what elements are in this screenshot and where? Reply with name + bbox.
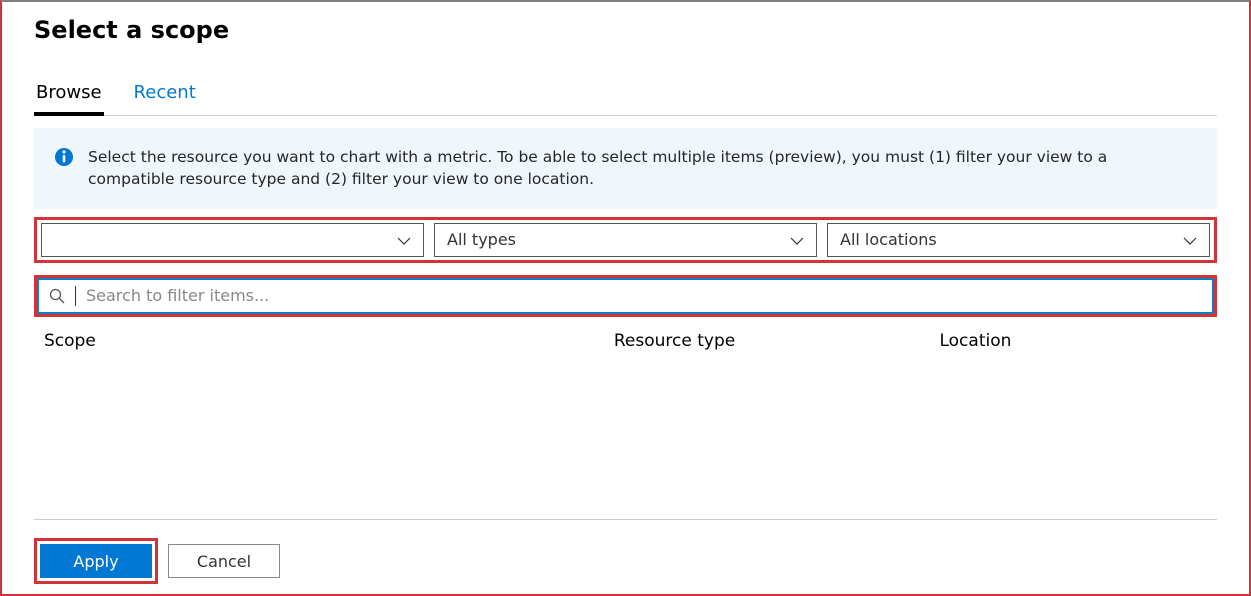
tab-browse[interactable]: Browse <box>34 82 104 116</box>
resource-type-dropdown[interactable]: All types <box>434 223 817 257</box>
cancel-button[interactable]: Cancel <box>168 544 280 578</box>
chevron-down-icon <box>1183 233 1197 247</box>
column-header-scope: Scope <box>44 331 614 351</box>
filters-highlight: All types All locations <box>34 217 1217 263</box>
chevron-down-icon <box>397 233 411 247</box>
search-box[interactable] <box>37 278 1214 314</box>
location-dropdown[interactable]: All locations <box>827 223 1210 257</box>
dialog-footer: Apply Cancel <box>34 519 1217 584</box>
column-header-location: Location <box>939 331 1207 351</box>
subscription-dropdown[interactable] <box>41 223 424 257</box>
tab-bar: Browse Recent <box>34 82 1217 116</box>
info-text: Select the resource you want to chart wi… <box>88 146 1197 191</box>
text-cursor <box>75 286 76 306</box>
resource-type-value: All types <box>447 230 516 249</box>
column-header-resource-type: Resource type <box>614 331 940 351</box>
info-icon <box>54 147 74 167</box>
chevron-down-icon <box>790 233 804 247</box>
tab-recent[interactable]: Recent <box>132 82 198 115</box>
search-highlight <box>34 275 1217 317</box>
dialog-title: Select a scope <box>34 16 1217 44</box>
location-value: All locations <box>840 230 937 249</box>
search-icon <box>49 288 65 304</box>
apply-highlight: Apply <box>34 538 158 584</box>
search-input[interactable] <box>86 286 1202 305</box>
info-banner: Select the resource you want to chart wi… <box>34 128 1217 209</box>
apply-button[interactable]: Apply <box>40 544 152 578</box>
table-header-row: Scope Resource type Location <box>34 327 1217 355</box>
